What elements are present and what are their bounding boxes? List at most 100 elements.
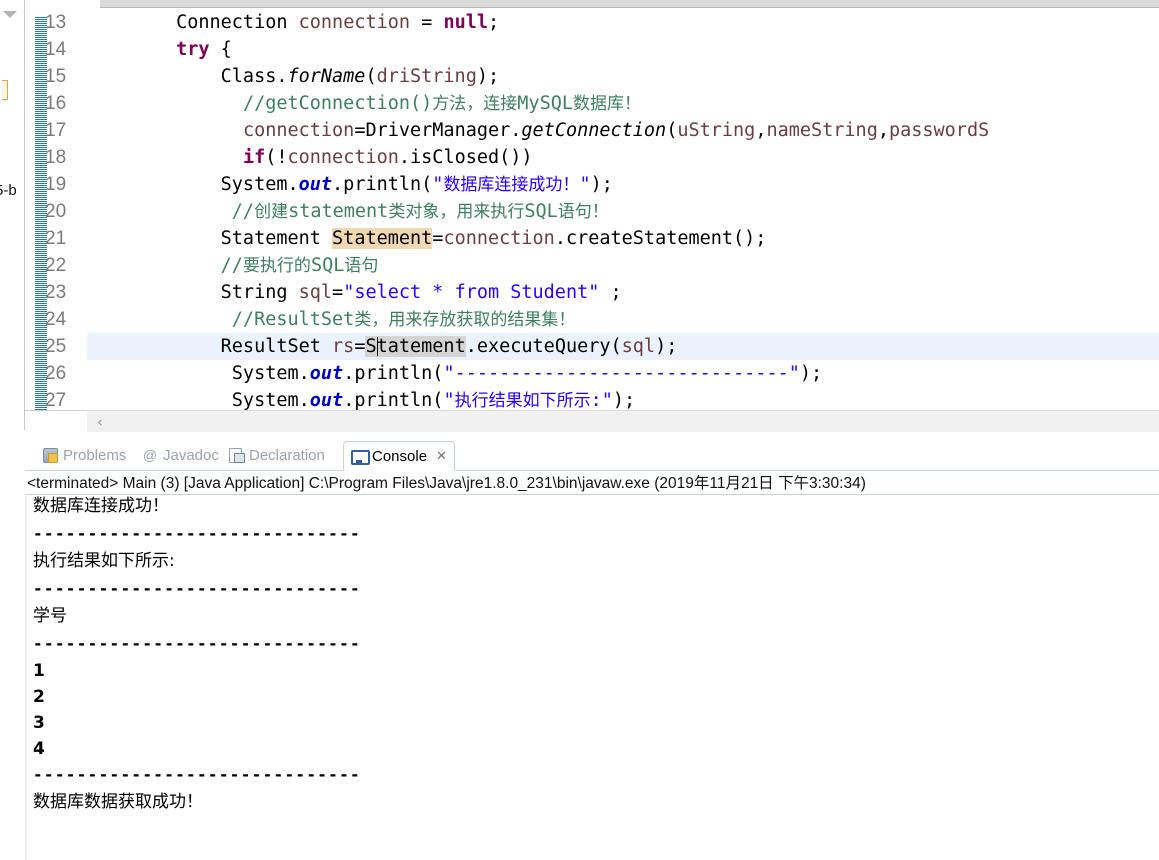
code-line[interactable]: //创建statement类对象，用来执行SQL语句！ <box>87 198 1159 225</box>
code-token: = <box>332 282 344 303</box>
code-token: .createStatement(); <box>554 228 767 249</box>
code-token: null <box>443 12 489 33</box>
code-token: System. <box>220 174 299 195</box>
code-token: ( <box>365 66 377 87</box>
code-token: = <box>410 12 444 33</box>
code-token: if <box>242 147 266 168</box>
code-token: connection <box>287 147 399 168</box>
code-token: nameString <box>766 120 878 141</box>
code-token: .println( <box>332 174 433 195</box>
code-token: Connection <box>176 12 299 33</box>
code-token: out <box>298 174 333 195</box>
code-line[interactable]: Statement Statement=connection.createSta… <box>87 225 1159 252</box>
code-text-area[interactable]: Connection connection = null; try { Clas… <box>87 7 1159 411</box>
code-line[interactable]: try { <box>87 36 1159 63</box>
code-token: passwordS <box>888 120 990 141</box>
code-token: .println( <box>343 390 444 411</box>
console-output-line: 1 <box>33 661 45 681</box>
code-token: System. <box>231 363 310 384</box>
code-line[interactable]: String sql="select * from Student" ; <box>87 279 1159 306</box>
editor-horizontal-scrollbar[interactable]: ‹ <box>87 410 1159 432</box>
code-token: ResultSet <box>220 336 333 357</box>
console-icon <box>351 448 370 465</box>
code-token: getConnection <box>521 120 667 141</box>
code-line[interactable]: Connection connection = null; <box>87 9 1159 36</box>
code-line[interactable]: //要执行的SQL语句 <box>87 252 1159 279</box>
code-token: = <box>354 336 366 357</box>
line-number: 15 <box>45 66 67 87</box>
code-token: //getConnection()方法，连接MySQL数据库！ <box>242 93 641 114</box>
console-output[interactable]: 数据库连接成功！ ------------------------------ 执行… <box>25 496 1159 860</box>
tab-console[interactable]: Console ✕ <box>343 441 455 471</box>
code-token: connection <box>443 228 555 249</box>
orange-marker-icon <box>2 80 8 100</box>
code-token: .executeQuery( <box>465 336 622 357</box>
code-token: { <box>209 39 232 60</box>
line-number: 16 <box>45 93 67 114</box>
code-token: out <box>309 363 344 384</box>
tab-problems[interactable]: Problems <box>35 441 133 469</box>
code-token: forName <box>287 66 366 87</box>
line-number: 24 <box>45 309 67 330</box>
code-token: "select * from Student" <box>343 282 600 303</box>
line-number: 23 <box>45 282 67 303</box>
code-token: Statement <box>220 228 333 249</box>
code-token: connection <box>298 12 411 33</box>
console-output-line: 数据库连接成功！ <box>33 496 169 516</box>
code-token: "------------------------------" <box>443 363 800 384</box>
code-token: String <box>220 282 299 303</box>
code-line[interactable]: //getConnection()方法，连接MySQL数据库！ <box>87 90 1159 117</box>
code-token: ; <box>488 12 500 33</box>
console-output-line: ------------------------------ <box>33 634 361 653</box>
line-number: 20 <box>45 201 67 222</box>
scroll-left-arrow-icon[interactable]: ‹ <box>97 413 103 431</box>
problems-icon <box>42 447 58 463</box>
code-token: sql <box>298 282 333 303</box>
declaration-icon <box>228 447 245 463</box>
code-token: //要执行的SQL语句 <box>220 255 379 276</box>
code-token: uString <box>677 120 756 141</box>
line-number: 22 <box>45 255 67 276</box>
code-line[interactable]: ResultSet rs=Statement.executeQuery(sql)… <box>87 333 1159 360</box>
console-output-line: 4 <box>33 739 45 759</box>
code-token: =DriverManager. <box>354 120 522 141</box>
code-line[interactable]: System.out.println("数据库连接成功！"); <box>87 171 1159 198</box>
code-line[interactable]: System.out.println("--------------------… <box>87 360 1159 387</box>
code-line[interactable]: connection=DriverManager.getConnection(u… <box>87 117 1159 144</box>
console-output-line: 2 <box>33 687 45 707</box>
line-number: 13 <box>45 12 67 33</box>
tab-label: Javadoc <box>163 446 219 464</box>
code-token: (! <box>265 147 288 168</box>
line-number: 21 <box>45 228 67 249</box>
code-line[interactable]: if(!connection.isClosed()) <box>87 144 1159 171</box>
collapse-arrow-icon[interactable] <box>3 11 17 18</box>
console-output-line: 3 <box>33 713 45 733</box>
bottom-view-stack: Problems @ Javadoc Declaration Console ✕ <ter… <box>25 440 1159 860</box>
code-line[interactable]: Class.forName(driString); <box>87 63 1159 90</box>
code-token: .isClosed()) <box>398 147 533 168</box>
tab-declaration[interactable]: Declaration <box>221 441 332 469</box>
close-icon[interactable]: ✕ <box>436 448 447 464</box>
code-token: //ResultSet类，用来存放获取的结果集！ <box>231 309 576 330</box>
line-number: 25 <box>45 336 67 357</box>
tab-label: Console <box>372 447 428 465</box>
editor-line-number-gutter: 13 14 15 16 17 18 19 20 21 22 23 24 25 26 27 <box>25 7 87 420</box>
code-token: try <box>176 39 210 60</box>
code-line[interactable]: System.out.println("执行结果如下所示:"); <box>87 387 1159 411</box>
left-adjacent-view-strip: 5-b <box>0 0 25 430</box>
console-output-line: ------------------------------ <box>33 765 361 784</box>
code-line[interactable]: //ResultSet类，用来存放获取的结果集！ <box>87 306 1159 333</box>
console-output-line: 学号 <box>33 606 67 626</box>
java-editor[interactable]: 13 14 15 16 17 18 19 20 21 22 23 24 25 26 27 Connectio… <box>25 0 1159 432</box>
tab-javadoc[interactable]: @ Javadoc <box>135 441 226 469</box>
console-output-line: ------------------------------ <box>33 579 361 598</box>
